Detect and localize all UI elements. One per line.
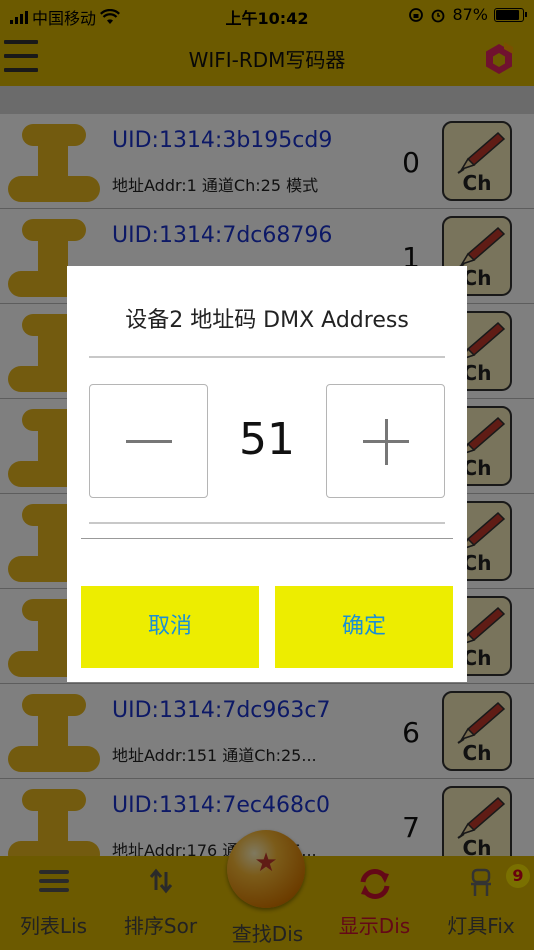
divider bbox=[89, 522, 445, 524]
cancel-button[interactable]: 取消 bbox=[81, 586, 259, 668]
dmx-address-dialog: 设备2 地址码 DMX Address 51 取消 确定 bbox=[67, 266, 467, 682]
divider bbox=[89, 356, 445, 358]
minus-icon bbox=[126, 440, 172, 443]
increment-button[interactable] bbox=[326, 384, 445, 498]
decrement-button[interactable] bbox=[89, 384, 208, 498]
divider bbox=[81, 538, 453, 539]
address-value: 51 bbox=[239, 414, 295, 465]
dialog-title: 设备2 地址码 DMX Address bbox=[125, 308, 409, 333]
confirm-button[interactable]: 确定 bbox=[275, 586, 453, 668]
